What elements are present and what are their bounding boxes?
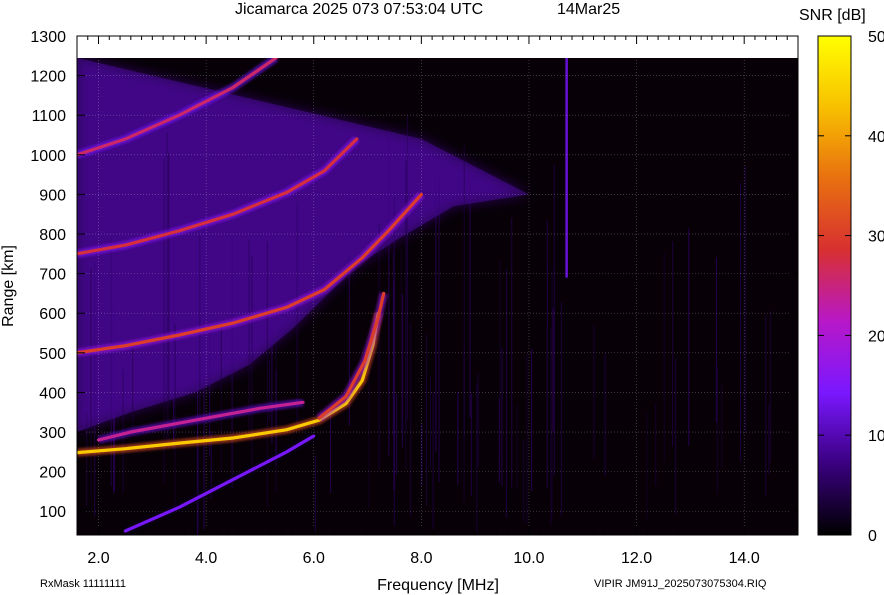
y-tick-label: 300: [39, 425, 66, 442]
y-tick-label: 200: [39, 465, 66, 482]
colorbar-tick-label: 40: [868, 129, 884, 146]
y-tick-label: 1200: [30, 69, 66, 86]
rxmask-label: RxMask 11111111: [40, 578, 126, 590]
x-axis-label: Frequency [MHz]: [377, 577, 499, 594]
y-tick-label: 1300: [30, 29, 66, 46]
x-tick-label: 12.0: [621, 550, 652, 567]
plot-area-empty: [77, 36, 798, 58]
x-tick-label: 2.0: [87, 550, 109, 567]
x-tick-label: 4.0: [195, 550, 217, 567]
y-axis-label: Range [km]: [0, 245, 17, 327]
y-tick-label: 400: [39, 385, 66, 402]
y-tick-label: 800: [39, 227, 66, 244]
colorbar: [817, 35, 852, 536]
x-tick-label: 10.0: [513, 550, 544, 567]
chart-title: Jicamarca 2025 073 07:53:04 UTC: [235, 1, 483, 18]
y-tick-label: 900: [39, 187, 66, 204]
colorbar-tick-label: 50: [868, 29, 884, 46]
x-tick-label: 14.0: [729, 550, 760, 567]
y-tick-label: 1100: [32, 108, 67, 125]
x-tick-label: 8.0: [410, 550, 432, 567]
x-tick-label: 6.0: [303, 550, 325, 567]
colorbar-tick-label: 10: [868, 428, 884, 445]
y-tick-label: 700: [39, 267, 66, 284]
y-tick-label: 1000: [30, 148, 66, 165]
ionogram-figure: Jicamarca 2025 073 07:53:04 UTC 14Mar25 …: [0, 1, 884, 594]
colorbar-tick-label: 20: [868, 328, 884, 345]
colorbar-label: SNR [dB]: [799, 7, 866, 24]
y-tick-label: 500: [39, 346, 66, 363]
y-tick-label: 100: [39, 504, 66, 521]
y-tick-label: 600: [39, 306, 66, 323]
date-label: 14Mar25: [557, 1, 620, 18]
file-label: VIPIR JM91J_2025073075304.RIQ: [594, 578, 767, 590]
colorbar-tick-label: 0: [868, 528, 877, 545]
colorbar-tick-label: 30: [868, 229, 884, 246]
